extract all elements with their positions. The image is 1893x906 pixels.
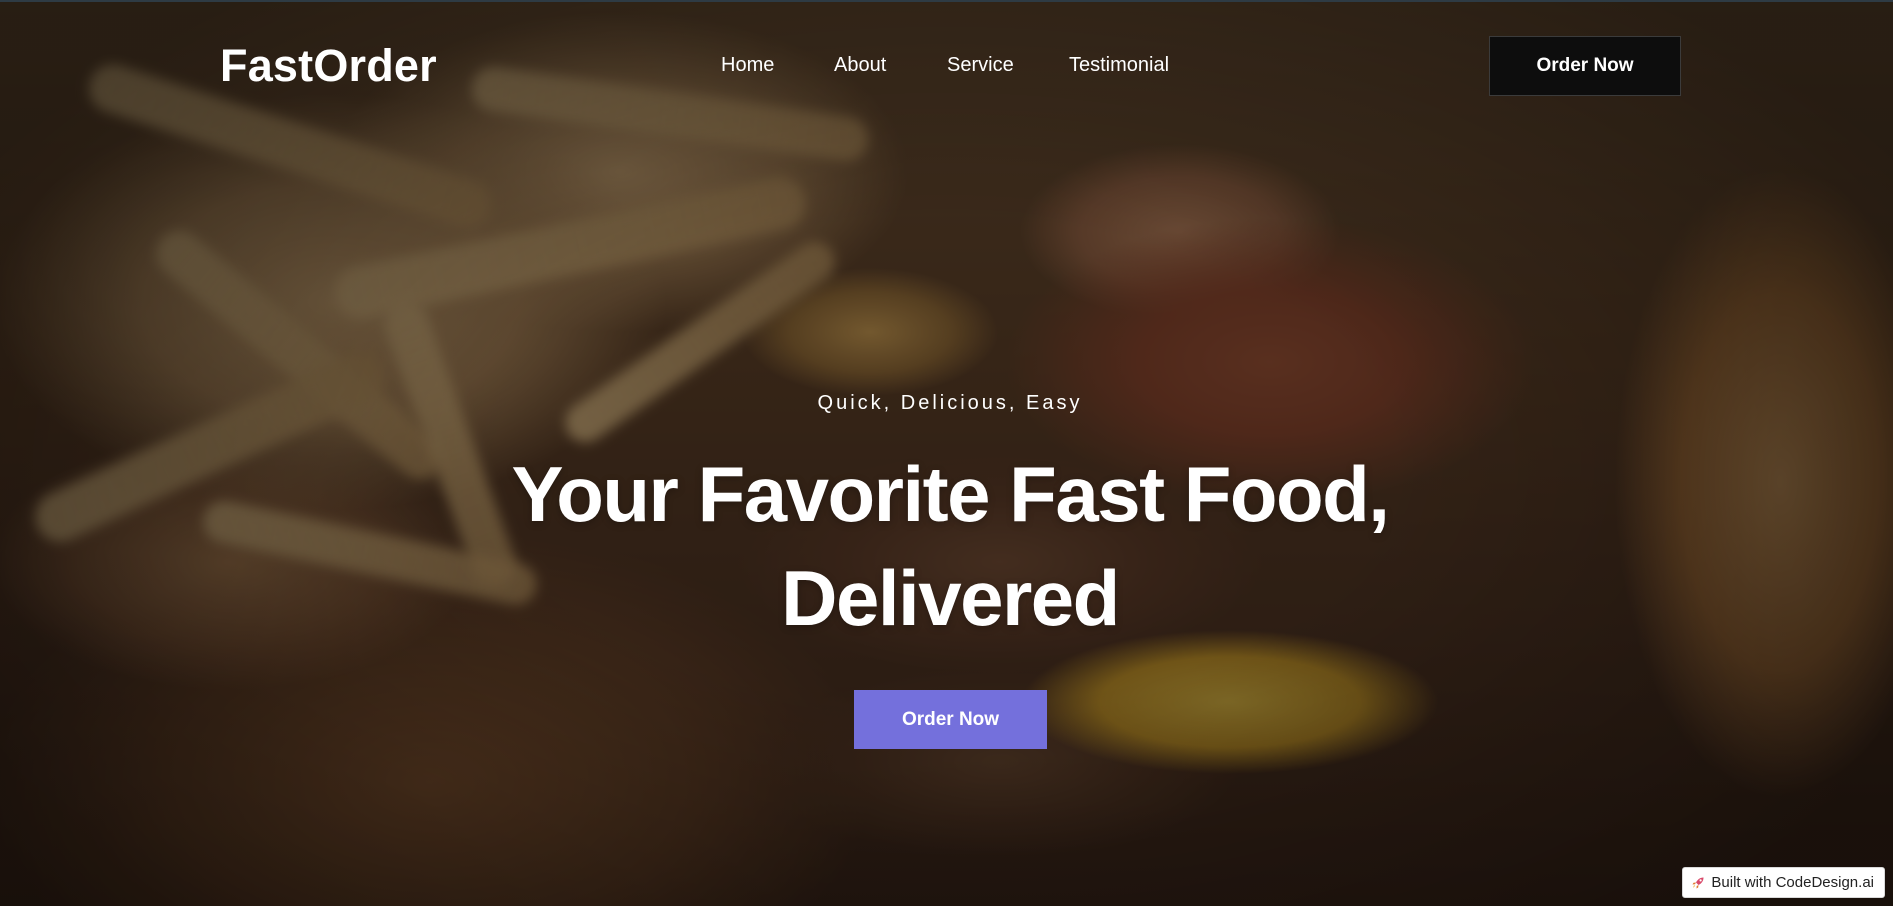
top-navigation: FastOrder Home About Service Testimonial…: [0, 2, 1893, 132]
hero-headline-line2: Delivered: [781, 554, 1120, 642]
hero-order-now-button[interactable]: Order Now: [854, 690, 1047, 749]
hero-tagline: Quick, Delicious, Easy: [817, 392, 1083, 414]
nav-order-now-button[interactable]: Order Now: [1489, 36, 1681, 96]
brand-logo[interactable]: FastOrder: [220, 40, 437, 92]
hero-section: FastOrder Home About Service Testimonial…: [0, 0, 1893, 906]
nav-link-about[interactable]: About: [834, 54, 886, 77]
hero-headline: Your Favorite Fast Food, Delivered: [0, 442, 1893, 650]
badge-text: Built with CodeDesign.ai: [1711, 874, 1874, 891]
nav-link-testimonial[interactable]: Testimonial: [1069, 54, 1169, 77]
hero-headline-line1: Your Favorite Fast Food,: [511, 450, 1390, 538]
nav-link-service[interactable]: Service: [947, 54, 1014, 77]
nav-link-home[interactable]: Home: [721, 54, 774, 77]
rocket-icon: [1691, 876, 1705, 890]
built-with-badge[interactable]: Built with CodeDesign.ai: [1682, 867, 1885, 898]
